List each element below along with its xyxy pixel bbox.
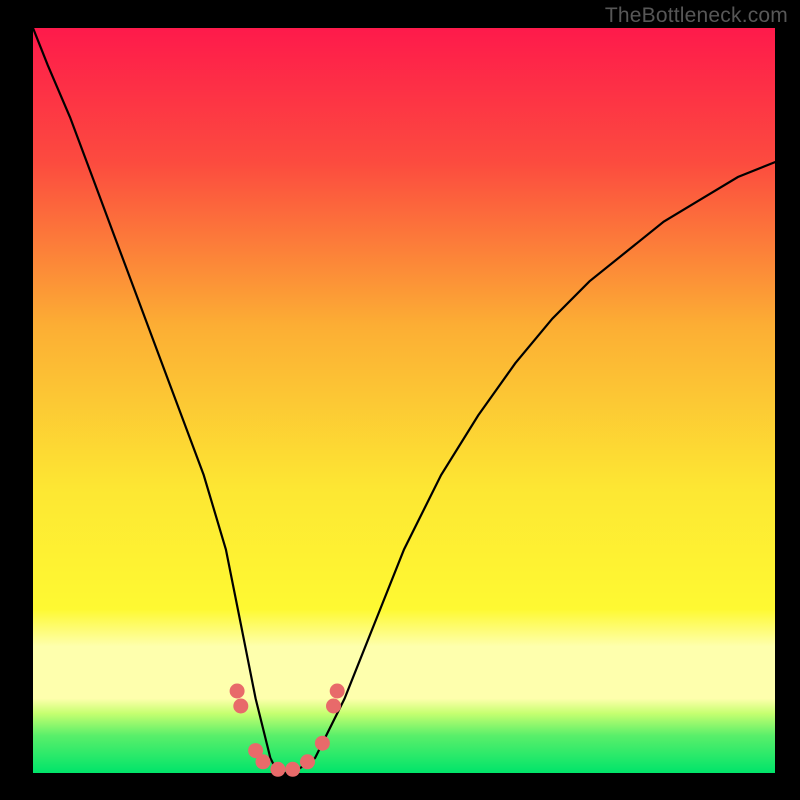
highlight-dot bbox=[300, 754, 315, 769]
gradient-panel bbox=[33, 28, 775, 773]
highlight-dot bbox=[315, 736, 330, 751]
highlight-dot bbox=[330, 684, 345, 699]
highlight-dot bbox=[270, 762, 285, 777]
highlight-dot bbox=[233, 699, 248, 714]
plot-svg bbox=[0, 0, 800, 800]
highlight-dot bbox=[256, 754, 271, 769]
chart-container: TheBottleneck.com bbox=[0, 0, 800, 800]
highlight-dot bbox=[230, 684, 245, 699]
watermark-text: TheBottleneck.com bbox=[605, 4, 788, 28]
highlight-dot bbox=[326, 699, 341, 714]
highlight-dot bbox=[285, 762, 300, 777]
